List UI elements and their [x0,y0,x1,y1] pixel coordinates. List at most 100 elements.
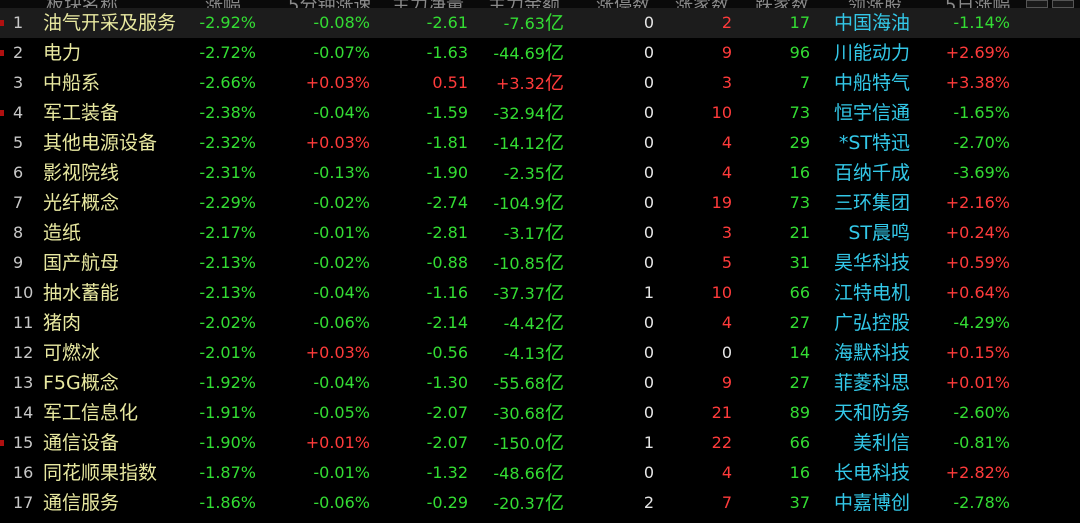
leader-stock[interactable]: 长电科技 [826,458,910,488]
table-row[interactable]: 11 猪肉 -2.02% -0.06% -2.14 0 4 27 广弘控股 -4.29% -4.42… [0,308,1080,338]
up-count: 10 [711,283,732,302]
amount-unit: 亿 [544,432,564,454]
table-row[interactable]: 15 通信设备 -1.90% +0.01% -2.07 1 22 66 美利信 -0.81% -15… [0,428,1080,458]
sector-name: 军工信息化 [43,402,139,424]
net-volume: -1.81 [426,133,468,152]
header-change[interactable]: 涨幅 [205,0,241,8]
header-speed[interactable]: 5分钟涨速 [288,0,371,8]
leader-stock[interactable]: *ST特迅 [826,128,910,158]
leader-stock[interactable]: 江特电机 [826,278,910,308]
up-count: 4 [721,163,732,182]
leader-stock[interactable]: 中国海油 [826,8,910,38]
leader-stock[interactable]: 百纳千成 [826,158,910,188]
table-row[interactable]: 13 F5G概念 -1.92% -0.04% -1.30 0 9 27 菲菱科思 +0.01% -5… [0,368,1080,398]
amount-unit: 亿 [544,132,564,154]
table-row[interactable]: 7 光纤概念 -2.29% -0.02% -2.74 0 19 73 三环集团 +2.16% -10… [0,188,1080,218]
table-row[interactable]: 16 同花顺果指数 -1.87% -0.01% -1.32 0 4 16 长电科技 +2.82% -… [0,458,1080,488]
leader-change-pct: -2.60% [953,403,1010,422]
row-rank: 7 [13,193,24,212]
table-row[interactable]: 14 军工信息化 -1.91% -0.05% -2.07 0 21 89 天和防务 -2.60% -… [0,398,1080,428]
change-pct: -1.92% [199,373,256,392]
search-icon[interactable] [1026,0,1048,8]
amount-value: -150.0 [493,434,545,453]
limit-up-count: 0 [643,133,654,152]
leader-stock[interactable]: 恒宇信通 [826,98,910,128]
main-amount: -37.37亿 [470,278,564,308]
table-row[interactable]: 17 通信服务 -1.86% -0.06% -0.29 2 7 37 中嘉博创 -2.78% -20… [0,488,1080,518]
sector-name: 通信服务 [43,492,120,514]
net-volume: -0.88 [426,253,468,272]
up-count: 9 [721,43,732,62]
leader-stock[interactable]: ST晨鸣 [826,218,910,248]
amount-unit: 亿 [544,12,564,34]
limit-up-count: 0 [643,103,654,122]
close-icon[interactable] [1052,0,1074,8]
leader-stock[interactable]: 川能动力 [826,38,910,68]
change-pct: -2.13% [199,253,256,272]
change-pct: -1.91% [199,403,256,422]
amount-value: -32.94 [493,104,545,123]
limit-up-count: 0 [643,253,654,272]
table-row[interactable]: 8 造纸 -2.17% -0.01% -2.81 0 3 21 ST晨鸣 +0.24% -3.17亿 [0,218,1080,248]
amount-value: -30.68 [493,404,545,423]
sector-name: 通信设备 [43,432,120,454]
table-row[interactable]: 9 国产航母 -2.13% -0.02% -0.88 0 5 31 昊华科技 +0.59% -10.… [0,248,1080,278]
down-count: 37 [789,493,810,512]
limit-up-count: 0 [643,373,654,392]
main-amount: -104.9亿 [470,188,564,218]
header-down-count[interactable]: 跌家数 [755,0,809,8]
leader-stock[interactable]: 昊华科技 [826,248,910,278]
leader-change-pct: +0.01% [945,373,1010,392]
leader-stock[interactable]: 天和防务 [826,398,910,428]
leader-stock[interactable]: 美利信 [826,428,910,458]
limit-up-count: 0 [643,403,654,422]
sector-name: 同花顺果指数 [43,462,158,484]
sector-name: 造纸 [43,222,82,244]
net-volume: -2.61 [426,13,468,32]
down-count: 89 [789,403,810,422]
leader-change-pct: -4.29% [953,313,1010,332]
down-count: 29 [789,133,810,152]
leader-stock[interactable]: 海默科技 [826,338,910,368]
speed-pct: -0.06% [313,493,370,512]
up-count: 0 [721,343,732,362]
amount-value: -20.37 [493,494,545,513]
main-amount: -48.66亿 [470,458,564,488]
leader-change-pct: -0.81% [953,433,1010,452]
speed-pct: -0.08% [313,13,370,32]
header-leader[interactable]: 领涨股 [848,0,902,8]
leader-change-pct: -3.69% [953,163,1010,182]
speed-pct: -0.07% [313,43,370,62]
table-row[interactable]: 6 影视院线 -2.31% -0.13% -1.90 0 4 16 百纳千成 -3.69% -2.3… [0,158,1080,188]
row-rank: 10 [13,283,34,302]
down-count: 16 [789,463,810,482]
table-row[interactable]: 5 其他电源设备 -2.32% +0.03% -1.81 0 4 29 *ST特迅 -2.70% -… [0,128,1080,158]
header-limit-up[interactable]: 涨停数 [596,0,650,8]
header-amount[interactable]: 主力金额 [488,0,560,8]
row-rank: 2 [13,43,24,62]
main-amount: -32.94亿 [470,98,564,128]
table-row[interactable]: 10 抽水蓄能 -2.13% -0.04% -1.16 1 10 66 江特电机 +0.64% -3… [0,278,1080,308]
table-row[interactable]: 4 军工装备 -2.38% -0.04% -1.59 0 10 73 恒宇信通 -1.65% -32… [0,98,1080,128]
leader-stock[interactable]: 中船特气 [826,68,910,98]
up-count: 2 [721,13,732,32]
header-sector-name[interactable]: 板块名称 [46,0,118,8]
leader-stock[interactable]: 三环集团 [826,188,910,218]
main-amount: -7.63亿 [470,8,564,38]
table-row[interactable]: 1 油气开采及服务 -2.92% -0.08% -2.61 0 2 17 中国海油 -1.14% -… [0,8,1080,38]
leader-stock[interactable]: 中嘉博创 [826,488,910,518]
table-row[interactable]: 3 中船系 -2.66% +0.03% 0.51 0 3 7 中船特气 +3.38% +3.32亿 [0,68,1080,98]
leader-stock[interactable]: 广弘控股 [826,308,910,338]
sector-name: 中船系 [43,72,101,94]
table-row[interactable]: 12 可燃冰 -2.01% +0.03% -0.56 0 0 14 海默科技 +0.15% -4.1… [0,338,1080,368]
up-count: 7 [721,493,732,512]
row-rank: 9 [13,253,24,272]
header-up-count[interactable]: 涨家数 [675,0,729,8]
up-count: 9 [721,373,732,392]
leader-stock[interactable]: 菲菱科思 [826,368,910,398]
header-five-day[interactable]: 5日涨幅 [945,0,1010,8]
header-net-volume[interactable]: 主力净量 [392,0,464,8]
amount-value: +3.32 [495,74,545,93]
table-row[interactable]: 2 电力 -2.72% -0.07% -1.63 0 9 96 川能动力 +2.69% -44.69… [0,38,1080,68]
down-count: 96 [789,43,810,62]
